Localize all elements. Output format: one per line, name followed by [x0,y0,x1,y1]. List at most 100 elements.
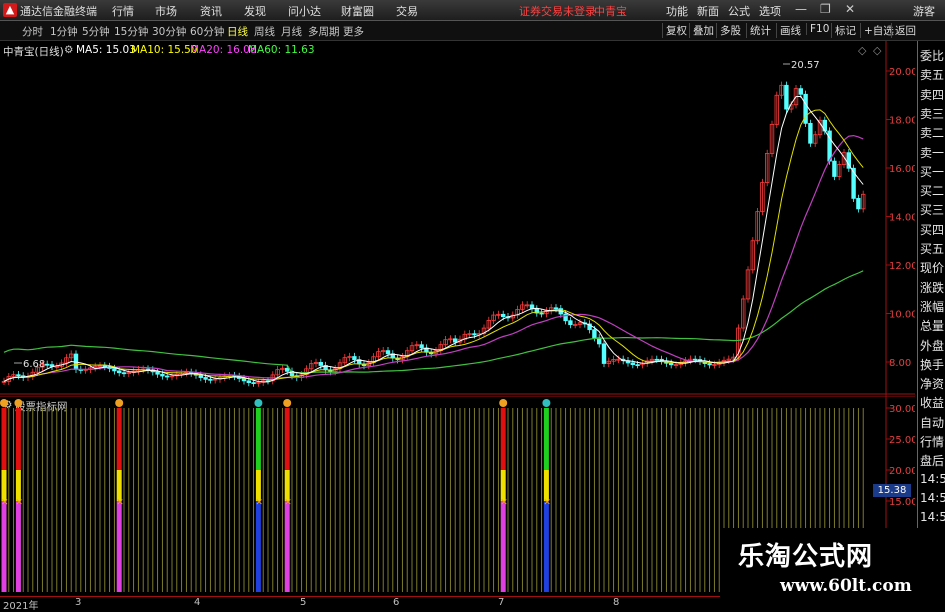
side-panel-item[interactable]: 换手 [920,356,944,373]
period-5min[interactable]: 5分钟 [82,24,110,39]
tool-multistock[interactable]: 多股 [716,23,741,38]
tool-mark[interactable]: 标记 [831,23,856,38]
side-panel-item[interactable]: 14:50 [920,510,945,524]
signal-cross-icon: ✕ [500,498,508,508]
menu-discover[interactable]: 发现 [244,3,266,19]
tool-f10[interactable]: F10 [806,23,829,35]
candle-body [203,377,208,380]
ma20-line [3,134,864,382]
side-panel-item[interactable]: 涨幅 [920,298,944,315]
restore-icon[interactable]: ❐ [820,2,831,16]
price-tick-label: 18.00 [889,116,915,127]
side-panel-item[interactable]: 卖二 [920,124,944,141]
menu-trade[interactable]: 交易 [396,3,418,19]
menu-news[interactable]: 资讯 [200,3,222,19]
menu-formula[interactable]: 公式 [728,3,750,19]
menu-quotes[interactable]: 行情 [112,3,134,19]
tool-add-fav[interactable]: +自选 [860,23,894,38]
signal-marker-icon [254,399,263,407]
signal-bar-segment [116,470,122,501]
candle-body [121,372,127,375]
indicator-tick-label: 20.00 [889,466,915,477]
candle-body [500,313,506,318]
signal-bar-segment [255,408,261,470]
collapse-icon[interactable]: ◇ [858,44,867,57]
menu-wealth[interactable]: 财富圈 [341,3,374,19]
side-panel-item[interactable]: 卖一 [920,144,944,161]
side-panel-item[interactable]: 行情 [920,433,944,450]
candle-body [419,344,424,349]
side-panel-item[interactable]: 卖四 [920,86,944,103]
signal-marker-icon [115,399,124,407]
signal-marker-icon [0,399,8,407]
candle-body [539,312,544,315]
candle-body [102,365,107,368]
signal-bar-segment [1,470,7,501]
side-panel-item[interactable]: 委比 [920,47,944,64]
date-label: 8 [613,597,620,608]
candle-body [568,320,573,326]
period-monthly[interactable]: 月线 [281,24,302,39]
side-panel-item[interactable]: 外盘 [920,337,944,354]
side-panel-item[interactable]: 自动 [920,414,944,431]
side-panel-item[interactable]: 涨跌 [920,279,944,296]
period-15min[interactable]: 15分钟 [114,24,148,39]
side-panel-item[interactable]: 总量 [920,317,944,334]
signal-bar-segment [15,470,21,501]
period-1min[interactable]: 1分钟 [50,24,78,39]
side-panel-item[interactable]: 买二 [920,182,944,199]
side-panel-item[interactable]: 买四 [920,221,944,238]
guest-label[interactable]: 游客 [913,3,935,19]
menu-options[interactable]: 选项 [759,3,781,19]
menu-function[interactable]: 功能 [666,3,688,19]
tool-adjust[interactable]: 复权 [662,23,687,38]
candle-body [808,122,813,144]
period-60min[interactable]: 60分钟 [190,24,224,39]
tool-stats[interactable]: 统计 [746,23,771,38]
menu-market[interactable]: 市场 [155,3,177,19]
close-icon[interactable]: ✕ [845,2,855,16]
expand-icon[interactable]: ◇ [873,44,882,57]
signal-bar-segment [500,501,506,592]
period-weekly[interactable]: 周线 [254,24,275,39]
kline-chart[interactable]: 20.00 18.00 16.00 14.00 12.00 10.00 8.00 20.57… [0,41,915,396]
indicator-tick-label: 25.00 [889,435,915,446]
watermark-url: www.60lt.com [780,576,912,596]
period-timeshare[interactable]: 分时 [22,24,43,39]
side-panel-item[interactable]: 卖三 [920,105,944,122]
login-notice[interactable]: 证券交易未登录 [519,3,596,19]
signal-bar-segment [15,408,21,470]
side-panel-item[interactable]: 净资 [920,375,944,392]
signal-bar-segment [543,470,549,501]
menu-layout[interactable]: 新面 [697,3,719,19]
period-30min[interactable]: 30分钟 [152,24,186,39]
candle-body [472,333,477,336]
side-panel-item[interactable]: 买一 [920,163,944,180]
side-panel-item[interactable]: 14:50 [920,491,945,505]
high-label: 20.57 [791,60,820,71]
candle-body [117,370,122,374]
watermark-title: 乐淘公式网 [738,542,874,572]
menu-ask[interactable]: 问小达 [288,3,321,19]
price-tick-label: 16.00 [889,164,915,175]
side-panel-item[interactable]: 买三 [920,201,944,218]
period-daily[interactable]: 日线 [227,24,248,39]
side-panel-item[interactable]: 收益 [920,394,944,411]
tool-draw[interactable]: 画线 [776,23,801,38]
period-more[interactable]: 更多 [343,24,364,39]
menu-bar: ▲ 通达信金融终端 行情 市场 资讯 发现 问小达 财富圈 交易 证券交易未登录… [0,0,945,21]
side-panel-item[interactable]: 盘后 [920,452,944,469]
signal-bar-segment [255,470,261,501]
signal-bar-segment [116,408,122,470]
side-panel-item[interactable]: 卖五 [920,66,944,83]
tool-overlay[interactable]: 叠加 [689,23,714,38]
date-label: 4 [194,597,201,608]
side-panel-item[interactable]: 现价 [920,259,944,276]
candle-body [246,380,251,383]
minimize-icon[interactable]: — [795,2,807,16]
tool-back[interactable]: 返回 [891,23,916,38]
candle-body [630,362,635,366]
period-multi[interactable]: 多周期 [308,24,340,39]
side-panel-item[interactable]: 买五 [920,240,944,257]
side-panel-item[interactable]: 14:50 [920,472,945,486]
